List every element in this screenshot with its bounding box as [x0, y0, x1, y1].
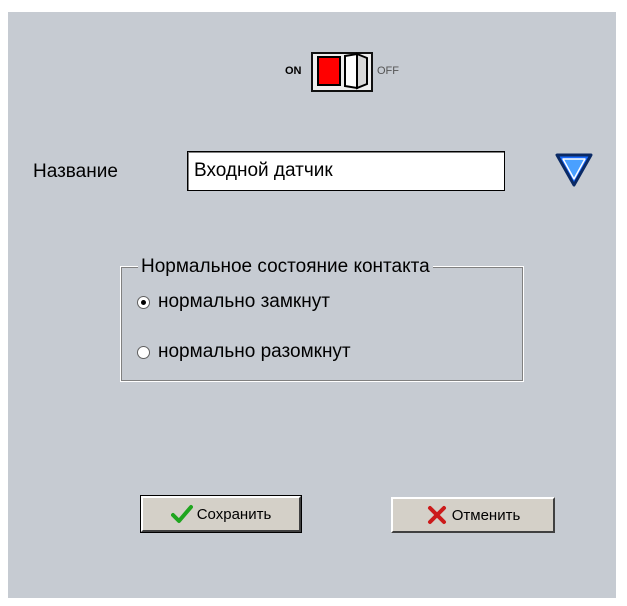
- radio-label-normally-closed: нормально замкнут: [158, 291, 330, 312]
- switch-indicator: [317, 56, 341, 86]
- save-button[interactable]: Сохранить: [140, 495, 302, 533]
- cross-icon: [427, 506, 446, 524]
- switch-rocker-icon: [344, 52, 368, 90]
- name-input[interactable]: [187, 151, 505, 191]
- on-off-switch[interactable]: ON OFF: [278, 34, 408, 94]
- contact-state-group: [120, 266, 524, 382]
- triangle-down-icon[interactable]: [554, 152, 594, 188]
- radio-button-checked[interactable]: [137, 295, 150, 309]
- switch-off-label: OFF: [377, 65, 399, 77]
- cancel-button[interactable]: Отменить: [391, 497, 555, 533]
- radio-button-unchecked[interactable]: [137, 345, 150, 359]
- radio-normally-open[interactable]: нормально разомкнут: [137, 341, 351, 363]
- checkmark-icon: [170, 505, 193, 523]
- name-label: Название: [33, 161, 118, 182]
- save-button-label: Сохранить: [196, 505, 272, 523]
- contact-state-legend: Нормальное состояние контакта: [138, 256, 433, 278]
- radio-label-normally-open: нормально разомкнут: [158, 341, 351, 362]
- cancel-button-label: Отменить: [451, 506, 521, 524]
- radio-normally-closed[interactable]: нормально замкнут: [137, 291, 330, 313]
- switch-on-label: ON: [285, 65, 302, 77]
